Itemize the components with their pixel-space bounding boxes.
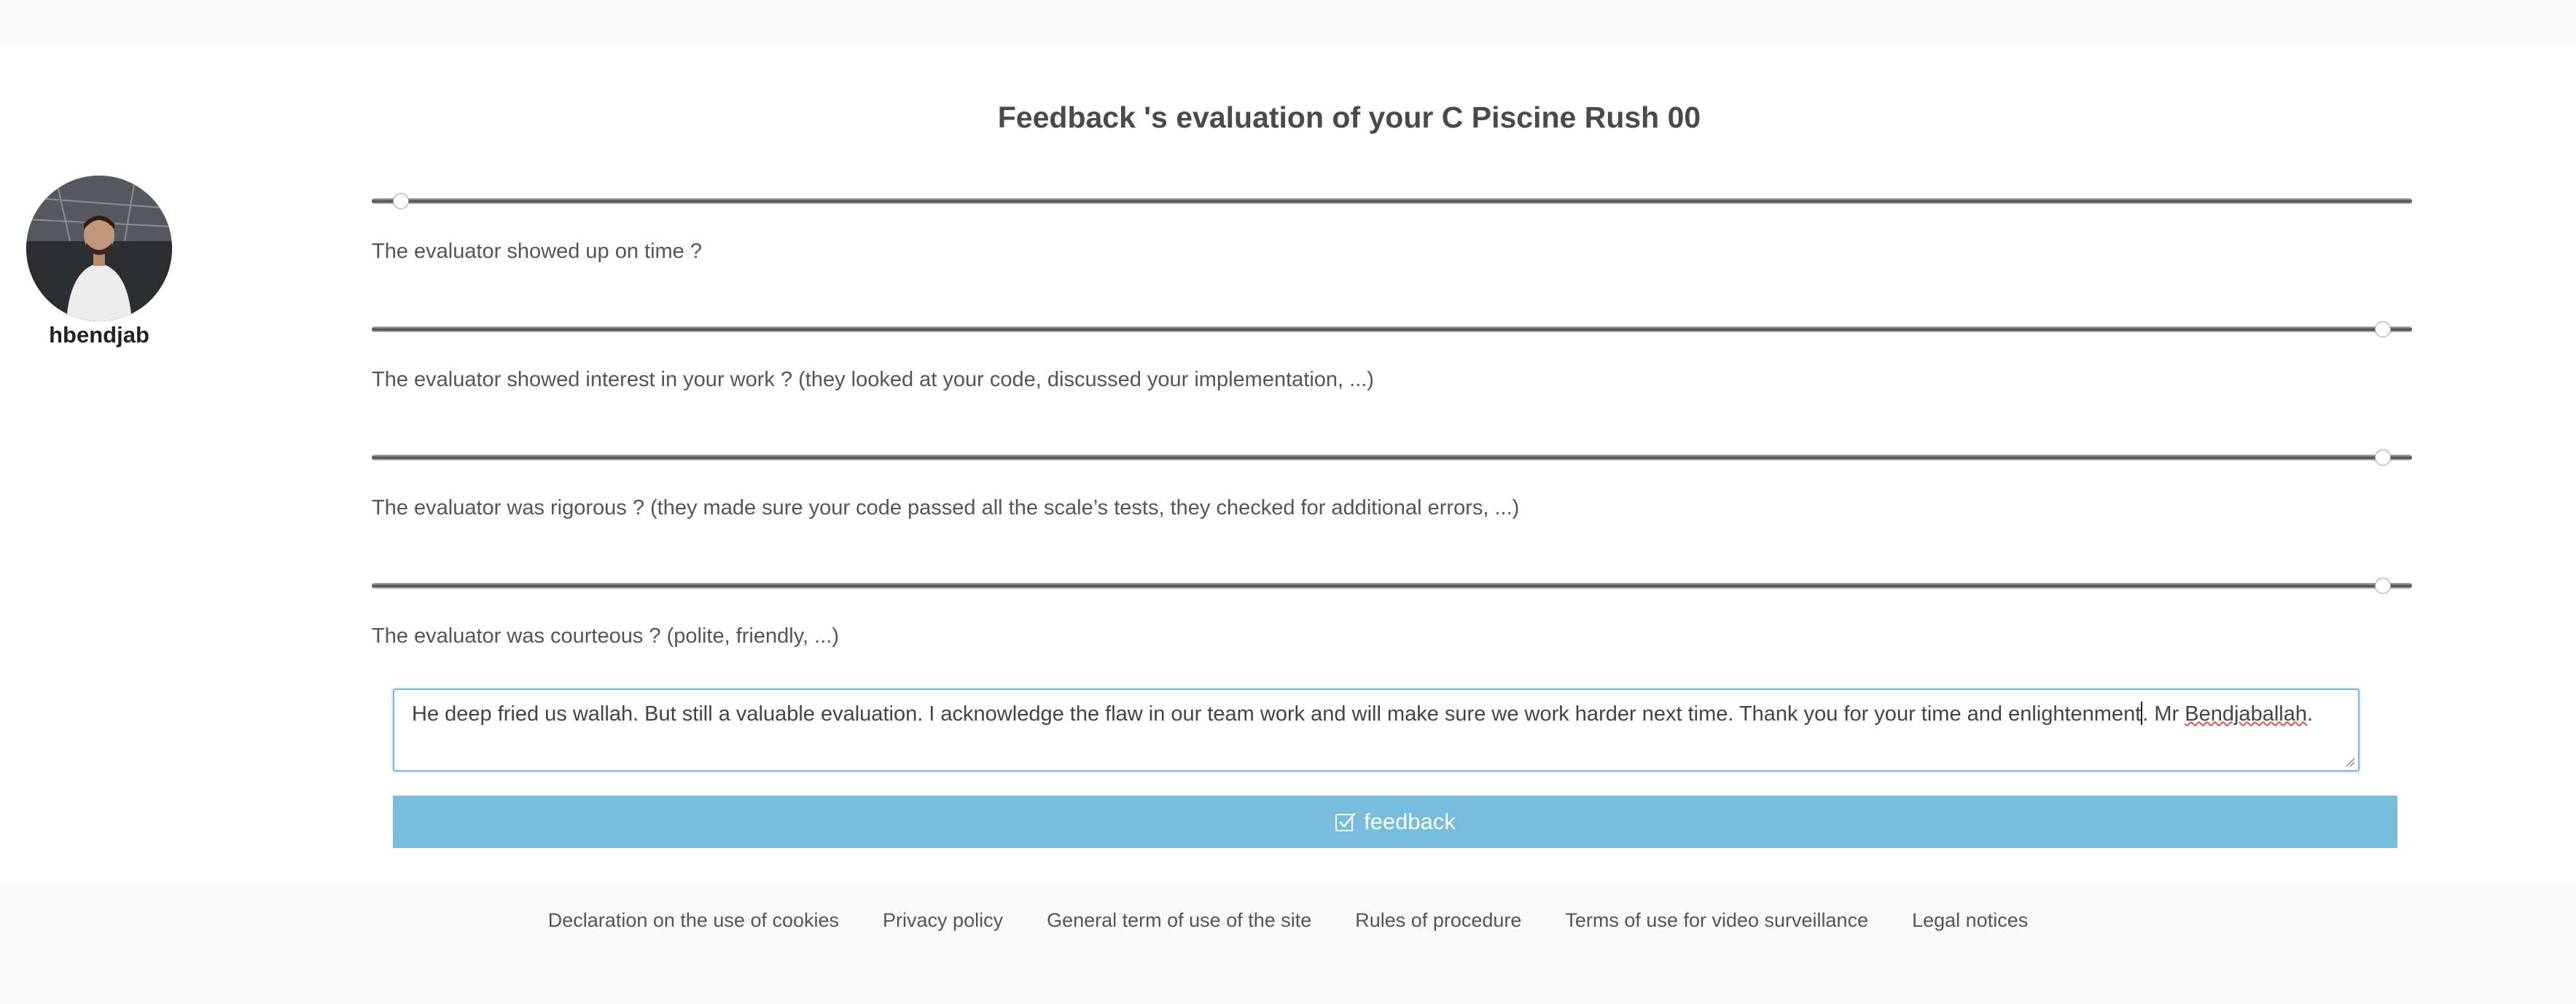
comment-text-tail: .: [2306, 702, 2314, 726]
top-bar: [0, 0, 2576, 47]
footer-link-video-surveillance[interactable]: Terms of use for video surveillance: [1565, 909, 1868, 932]
question-interest: The evaluator showed interest in your wo…: [372, 368, 1374, 391]
submit-label: feedback: [1364, 809, 1456, 834]
submit-feedback-button[interactable]: feedback: [393, 796, 2397, 848]
slider-thumb[interactable]: [393, 193, 409, 209]
footer-link-privacy[interactable]: Privacy policy: [883, 909, 1003, 932]
footer-link-terms[interactable]: General term of use of the site: [1047, 909, 1311, 932]
question-punctuality: The evaluator showed up on time ?: [372, 240, 702, 263]
avatar-photo: [26, 176, 172, 321]
misspelled-word: Bendjaballah: [2185, 702, 2307, 726]
resize-handle-icon[interactable]: [2345, 757, 2355, 767]
footer-link-cookies[interactable]: Declaration on the use of cookies: [548, 909, 839, 932]
rating-slider-punctuality[interactable]: [372, 191, 2412, 213]
slider-track: [372, 455, 2412, 460]
slider-thumb[interactable]: [2375, 321, 2391, 337]
footer-links: Declaration on the use of cookies Privac…: [0, 909, 2576, 932]
footer-link-legal[interactable]: Legal notices: [1912, 909, 2028, 932]
question-rigor: The evaluator was rigorous ? (they made …: [372, 496, 1520, 519]
user-login[interactable]: hbendjab: [0, 322, 198, 348]
slider-thumb[interactable]: [2375, 450, 2391, 466]
footer: [0, 883, 2576, 1004]
footer-link-rules[interactable]: Rules of procedure: [1355, 909, 1521, 932]
slider-track: [372, 198, 2412, 204]
feedback-comment-textarea[interactable]: He deep fried us wallah. But still a val…: [393, 689, 2360, 772]
avatar[interactable]: [26, 176, 172, 321]
rating-slider-interest[interactable]: [372, 319, 2412, 341]
rating-slider-courtesy[interactable]: [372, 576, 2412, 597]
slider-track: [372, 326, 2412, 332]
rating-slider-rigor[interactable]: [372, 447, 2412, 469]
checkbox-check-icon: [1335, 812, 1357, 831]
comment-text: He deep fried us wallah. But still a val…: [412, 702, 2142, 726]
question-courtesy: The evaluator was courteous ? (polite, f…: [372, 624, 839, 648]
page-title: Feedback 's evaluation of your C Piscine…: [997, 101, 1701, 134]
comment-text-rest: . Mr: [2142, 702, 2185, 726]
slider-track: [372, 583, 2412, 589]
slider-thumb[interactable]: [2375, 578, 2391, 594]
